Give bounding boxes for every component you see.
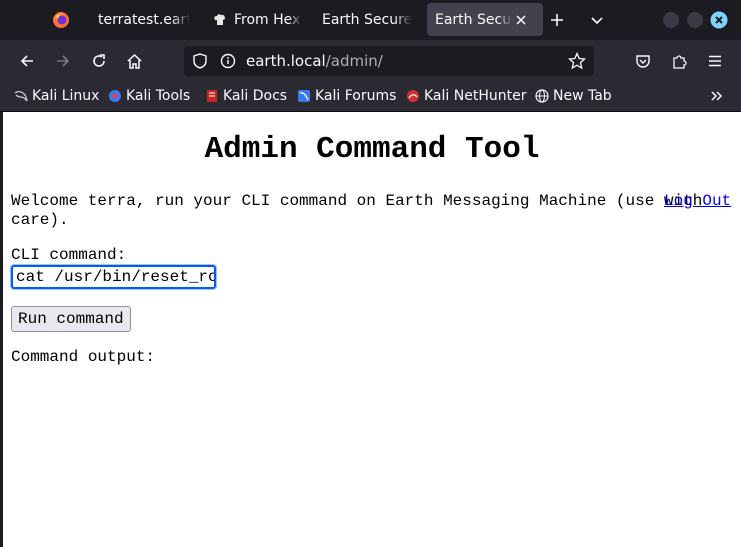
kali-forums-icon [298,90,310,102]
firefox-view-button[interactable] [52,3,76,36]
bookmark-kali-docs[interactable]: Kali Docs [205,86,287,106]
maximize-icon [687,11,703,28]
globe-icon [535,89,549,103]
navigation-toolbar: earth.local/admin/ [0,40,741,82]
home-button[interactable] [123,50,145,72]
close-window-icon [710,11,728,28]
double-chevron-right-icon [711,91,723,101]
page-info-icon[interactable] [220,53,236,69]
bookmark-kali-forums[interactable]: Kali Forums [297,86,396,106]
logout-link[interactable]: Log Out [664,192,731,210]
welcome-text: Welcome terra, run your CLI command on E… [11,192,703,229]
bookmark-kali-tools[interactable]: Kali Tools [108,86,190,106]
url-path: /admin/ [325,52,383,70]
bookmark-label: Kali Forums [315,88,397,104]
list-tabs-button[interactable] [586,3,608,36]
arrow-left-icon [20,55,33,67]
tab-earth-secure-1[interactable]: Earth Secure M [312,3,432,36]
tab-terratest[interactable]: terratest.earth [88,3,210,36]
bookmark-label: Kali Linux [32,88,100,104]
url-text[interactable]: earth.local/admin/ [246,52,383,70]
bookmark-label: Kali Docs [223,88,288,104]
tab-earth-secure-active[interactable]: Earth Secure [427,3,543,36]
bookmark-label: Kali Tools [126,88,191,104]
firefox-icon [53,11,69,28]
kali-tools-icon [109,90,121,102]
bookmark-label: Kali NetHunter [424,88,527,104]
new-tab-button[interactable] [546,3,568,36]
bookmarks-toolbar: Kali Linux Kali Tools Kali Docs Kali For… [0,82,741,112]
minimize-button[interactable] [661,3,681,36]
extensions-button[interactable] [668,50,690,72]
pocket-button[interactable] [632,50,654,72]
close-tab-icon[interactable] [515,14,527,26]
tab-title: From Hex, [234,11,302,28]
command-output-label: Command output: [11,348,156,366]
bookmark-label: New Tab [553,88,612,104]
bookmark-new-tab[interactable]: New Tab [535,86,612,106]
url-host: earth.local [246,52,326,70]
hamburger-menu-icon [709,55,721,67]
run-command-button[interactable]: Run command [11,306,131,332]
back-button[interactable] [16,50,38,72]
reload-button[interactable] [88,50,110,72]
reload-icon [93,54,105,67]
bookmark-star-icon[interactable] [568,52,586,70]
url-bar[interactable]: earth.local/admin/ [184,46,594,76]
cli-command-label: CLI command: [11,246,127,264]
maximize-button[interactable] [685,3,705,36]
bookmark-kali-linux[interactable]: Kali Linux [14,86,99,106]
tab-from-hex[interactable]: From Hex, [204,3,316,36]
tab-title: Earth Secure [435,11,513,28]
chevron-down-icon [591,16,603,24]
kali-dragon-icon [14,90,28,102]
page-title: Admin Command Tool [204,132,540,167]
bookmark-kali-nethunter[interactable]: Kali NetHunter [406,86,526,106]
forward-button[interactable] [52,50,74,72]
tab-title: Earth Secure M [322,11,412,28]
tab-title: terratest.earth [98,11,190,28]
kali-docs-icon [207,90,217,102]
minimize-icon [663,11,679,28]
page-content: Admin Command Tool Welcome terra, run yo… [3,112,741,547]
menu-button[interactable] [704,50,726,72]
shield-icon [193,53,207,69]
plus-icon [551,13,563,26]
puzzle-icon [673,55,687,69]
close-window-button[interactable] [709,3,729,36]
nethunter-icon [407,90,419,102]
cli-command-input[interactable] [10,264,217,290]
chef-icon [214,13,225,25]
pocket-icon [636,55,650,68]
tab-bar: terratest.earth From Hex, Earth Secure M… [0,0,741,40]
arrow-right-icon [57,55,70,67]
home-icon [126,53,142,69]
more-bookmarks-button[interactable] [710,86,724,106]
